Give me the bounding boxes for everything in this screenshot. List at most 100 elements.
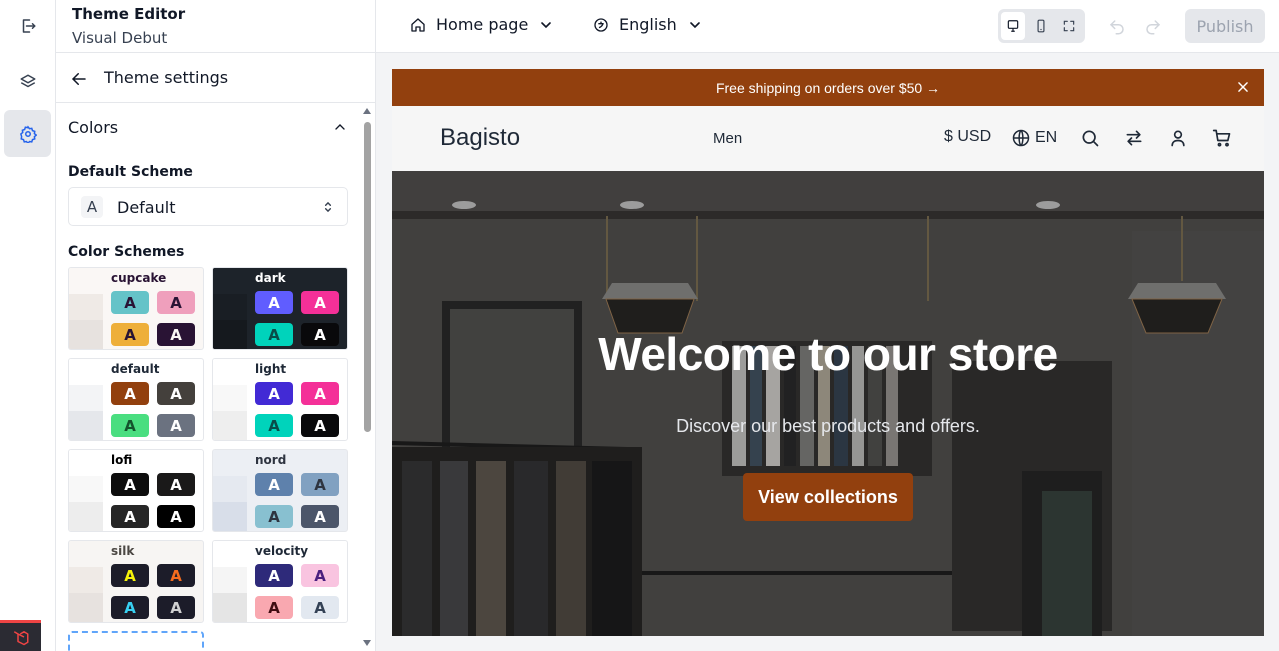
settings-panel: Theme settings Colors Default Scheme A D… — [56, 53, 376, 651]
color-scheme-card-cupcake[interactable]: cupcake A A A A — [68, 267, 204, 350]
color-schemes-label: Color Schemes — [68, 244, 185, 260]
theme-settings-button[interactable] — [4, 110, 51, 157]
redo-icon — [1146, 20, 1161, 35]
search-icon[interactable] — [1080, 128, 1100, 148]
language-select[interactable]: English — [593, 15, 703, 34]
scheme-swatch: A — [111, 564, 149, 587]
scheme-swatch: A — [255, 323, 293, 346]
add-scheme-placeholder[interactable] — [68, 631, 204, 651]
hero-banner: Welcome to our store Discover our best p… — [392, 171, 1264, 636]
exit-button[interactable] — [4, 2, 51, 49]
scheme-name: light — [255, 362, 287, 376]
language-code: EN — [1035, 129, 1058, 146]
scheme-swatch: A — [111, 596, 149, 619]
color-scheme-card-silk[interactable]: silk A A A A — [68, 540, 204, 623]
cart-icon[interactable] — [1212, 128, 1232, 148]
panel-scrollbar[interactable] — [361, 106, 372, 651]
announcement-text: Free shipping on orders over $50 → — [715, 79, 941, 96]
scheme-base-strip — [213, 567, 247, 593]
language-select-label: English — [619, 15, 677, 34]
color-scheme-card-lofi[interactable]: lofi A A A A — [68, 449, 204, 532]
color-scheme-card-light[interactable]: light A A A A — [212, 358, 348, 441]
close-icon[interactable] — [1236, 80, 1250, 94]
store-navbar: Bagisto Men $ USD EN — [392, 106, 1264, 171]
color-scheme-card-velocity[interactable]: velocity A A A A — [212, 540, 348, 623]
scheme-swatch: A — [301, 596, 339, 619]
chevron-down-icon — [541, 21, 552, 28]
scheme-name: lofi — [111, 453, 133, 467]
hero-title: Welcome to our store — [598, 328, 1058, 380]
chevron-up-icon[interactable] — [332, 119, 348, 135]
scheme-swatch: A — [301, 414, 339, 437]
fullscreen-button[interactable] — [1057, 12, 1081, 40]
scheme-base-strip — [213, 411, 247, 440]
scroll-thumb[interactable] — [364, 122, 371, 432]
chevron-down-icon — [689, 21, 700, 28]
scheme-swatch: A — [157, 564, 195, 587]
scheme-base-strip — [213, 294, 247, 320]
undo-icon — [1109, 20, 1124, 35]
scroll-down-arrow[interactable] — [363, 640, 371, 646]
desktop-view-button[interactable] — [1001, 12, 1025, 40]
scheme-base-strip — [69, 541, 103, 567]
scheme-base-strip — [213, 541, 247, 567]
mobile-view-button[interactable] — [1029, 12, 1053, 40]
scheme-swatch: A — [157, 382, 195, 405]
scheme-swatch: A — [255, 564, 293, 587]
scheme-swatch: A — [301, 291, 339, 314]
laravel-icon — [13, 631, 28, 646]
scheme-swatch: A — [301, 323, 339, 346]
scheme-swatch: A — [111, 323, 149, 346]
color-scheme-card-dark[interactable]: dark A A A A — [212, 267, 348, 350]
device-toggle — [998, 9, 1085, 43]
compare-icon[interactable] — [1124, 128, 1144, 148]
preview-area: Free shipping on orders over $50 → Bagis… — [376, 53, 1279, 651]
scheme-name: silk — [111, 544, 135, 558]
scheme-name: default — [111, 362, 160, 376]
color-scheme-card-default[interactable]: default A A A A — [68, 358, 204, 441]
redo-button[interactable] — [1144, 18, 1162, 40]
store-logo[interactable]: Bagisto — [440, 124, 520, 152]
view-collections-button[interactable]: View collections — [743, 473, 913, 521]
scheme-base-strip — [213, 450, 247, 476]
fullscreen-icon — [1063, 20, 1075, 32]
exit-icon — [22, 18, 35, 33]
undo-button[interactable] — [1108, 18, 1126, 40]
brand: Theme Editor Visual Debut — [56, 0, 376, 53]
default-scheme-select[interactable]: A Default — [68, 187, 348, 226]
scheme-base-strip — [69, 411, 103, 440]
store-preview: Free shipping on orders over $50 → Bagis… — [392, 69, 1264, 636]
hero-background-image — [392, 171, 1264, 636]
scroll-up-arrow[interactable] — [363, 108, 371, 114]
scheme-swatch: A — [111, 414, 149, 437]
scheme-base-strip — [69, 359, 103, 385]
announcement-bar[interactable]: Free shipping on orders over $50 → — [392, 69, 1264, 106]
publish-button[interactable]: Publish — [1185, 9, 1265, 43]
scheme-swatch: A — [301, 505, 339, 528]
user-icon[interactable] — [1168, 128, 1188, 148]
panel-title: Theme settings — [104, 68, 229, 87]
gear-icon — [19, 124, 37, 143]
page-select[interactable]: Home page — [410, 15, 554, 34]
select-arrows-icon — [324, 201, 332, 213]
colors-section-title[interactable]: Colors — [68, 118, 118, 137]
scheme-base-strip — [69, 593, 103, 622]
currency-switcher[interactable]: $ USD — [944, 128, 991, 146]
scheme-swatch: A — [157, 414, 195, 437]
color-scheme-card-nord[interactable]: nord A A A A — [212, 449, 348, 532]
desktop-icon — [1007, 20, 1019, 32]
language-switcher[interactable]: EN — [1011, 128, 1057, 148]
layers-button[interactable] — [4, 58, 51, 105]
hero-subtitle: Discover our best products and offers. — [676, 416, 980, 436]
scheme-base-strip — [213, 593, 247, 622]
nav-link-men[interactable]: Men — [713, 130, 742, 147]
back-arrow-icon[interactable] — [70, 70, 88, 88]
scheme-swatch: A — [111, 505, 149, 528]
left-rail — [0, 0, 56, 651]
default-scheme-label: Default Scheme — [68, 164, 193, 180]
scheme-swatch: A — [157, 505, 195, 528]
home-icon — [411, 17, 425, 32]
scheme-swatch: A — [255, 291, 293, 314]
scheme-swatch: A — [157, 473, 195, 496]
scheme-swatch: A — [255, 473, 293, 496]
